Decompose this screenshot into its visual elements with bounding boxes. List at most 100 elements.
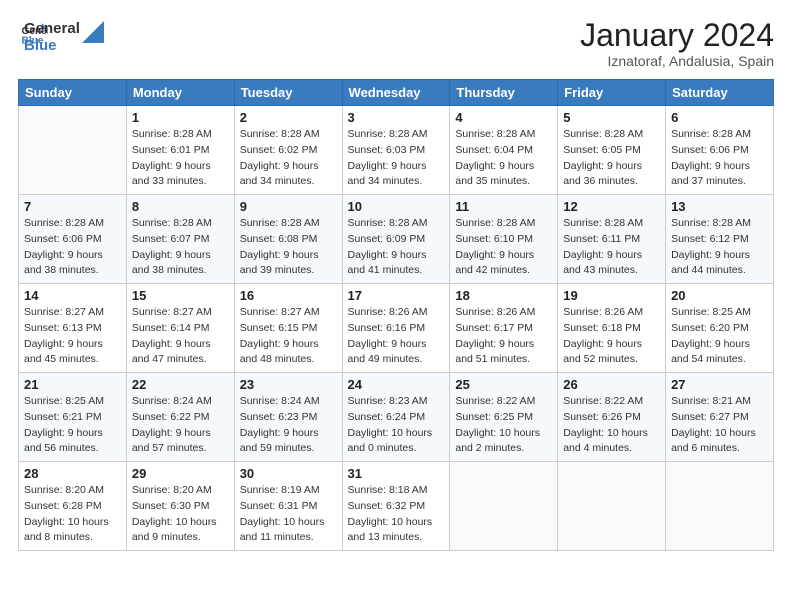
day-info: Sunrise: 8:28 AMSunset: 6:08 PMDaylight:…: [240, 216, 337, 279]
day-info: Sunrise: 8:27 AMSunset: 6:13 PMDaylight:…: [24, 305, 121, 368]
day-info: Sunrise: 8:28 AMSunset: 6:06 PMDaylight:…: [24, 216, 121, 279]
weekday-header-thursday: Thursday: [450, 80, 558, 106]
day-info: Sunrise: 8:18 AMSunset: 6:32 PMDaylight:…: [348, 483, 445, 546]
calendar-cell: 24 Sunrise: 8:23 AMSunset: 6:24 PMDayligh…: [342, 373, 450, 462]
day-number: 28: [24, 466, 121, 481]
day-info: Sunrise: 8:28 AMSunset: 6:03 PMDaylight:…: [348, 127, 445, 190]
day-number: 26: [563, 377, 660, 392]
day-number: 18: [455, 288, 552, 303]
day-info: Sunrise: 8:24 AMSunset: 6:22 PMDaylight:…: [132, 394, 229, 457]
week-row-4: 21Sunrise: 8:25 AMSunset: 6:21 PMDayligh…: [19, 373, 774, 462]
day-number: 10: [348, 199, 445, 214]
calendar-cell: 12 Sunrise: 8:28 AMSunset: 6:11 PMDayligh…: [558, 195, 666, 284]
calendar-cell: 9 Sunrise: 8:28 AMSunset: 6:08 PMDaylight…: [234, 195, 342, 284]
weekday-header-friday: Friday: [558, 80, 666, 106]
day-info: Sunrise: 8:20 AMSunset: 6:28 PMDaylight:…: [24, 483, 121, 546]
day-info: Sunrise: 8:28 AMSunset: 6:02 PMDaylight:…: [240, 127, 337, 190]
day-number: 24: [348, 377, 445, 392]
weekday-header-row: SundayMondayTuesdayWednesdayThursdayFrid…: [19, 80, 774, 106]
day-info: Sunrise: 8:28 AMSunset: 6:09 PMDaylight:…: [348, 216, 445, 279]
day-number: 1: [132, 110, 229, 125]
day-number: 21: [24, 377, 121, 392]
day-number: 29: [132, 466, 229, 481]
day-number: 25: [455, 377, 552, 392]
day-info: Sunrise: 8:25 AMSunset: 6:20 PMDaylight:…: [671, 305, 768, 368]
week-row-5: 28 Sunrise: 8:20 AMSunset: 6:28 PMDayligh…: [19, 462, 774, 551]
calendar-cell: 7Sunrise: 8:28 AMSunset: 6:06 PMDaylight…: [19, 195, 127, 284]
calendar-cell: [558, 462, 666, 551]
day-info: Sunrise: 8:26 AMSunset: 6:16 PMDaylight:…: [348, 305, 445, 368]
calendar-cell: 10 Sunrise: 8:28 AMSunset: 6:09 PMDayligh…: [342, 195, 450, 284]
calendar-cell: 17Sunrise: 8:26 AMSunset: 6:16 PMDayligh…: [342, 284, 450, 373]
day-info: Sunrise: 8:20 AMSunset: 6:30 PMDaylight:…: [132, 483, 229, 546]
calendar-cell: 14 Sunrise: 8:27 AMSunset: 6:13 PMDayligh…: [19, 284, 127, 373]
day-number: 15: [132, 288, 229, 303]
day-number: 22: [132, 377, 229, 392]
calendar-cell: 15 Sunrise: 8:27 AMSunset: 6:14 PMDayligh…: [126, 284, 234, 373]
day-info: Sunrise: 8:26 AMSunset: 6:17 PMDaylight:…: [455, 305, 552, 368]
weekday-header-sunday: Sunday: [19, 80, 127, 106]
day-number: 16: [240, 288, 337, 303]
calendar-cell: 11 Sunrise: 8:28 AMSunset: 6:10 PMDayligh…: [450, 195, 558, 284]
day-number: 27: [671, 377, 768, 392]
weekday-header-monday: Monday: [126, 80, 234, 106]
day-number: 8: [132, 199, 229, 214]
logo-general: General: [24, 20, 80, 37]
logo: General Blue General Blue: [18, 18, 104, 55]
calendar-cell: 2 Sunrise: 8:28 AMSunset: 6:02 PMDaylight…: [234, 106, 342, 195]
calendar-cell: 21Sunrise: 8:25 AMSunset: 6:21 PMDayligh…: [19, 373, 127, 462]
calendar-cell: 28 Sunrise: 8:20 AMSunset: 6:28 PMDayligh…: [19, 462, 127, 551]
day-number: 11: [455, 199, 552, 214]
calendar-cell: 31 Sunrise: 8:18 AMSunset: 6:32 PMDayligh…: [342, 462, 450, 551]
day-info: Sunrise: 8:23 AMSunset: 6:24 PMDaylight:…: [348, 394, 445, 457]
header: General Blue General Blue January 2024 I…: [18, 18, 774, 69]
calendar-cell: 6Sunrise: 8:28 AMSunset: 6:06 PMDaylight…: [666, 106, 774, 195]
day-number: 9: [240, 199, 337, 214]
title-block: January 2024 Iznatoraf, Andalusia, Spain: [580, 18, 774, 69]
day-info: Sunrise: 8:28 AMSunset: 6:11 PMDaylight:…: [563, 216, 660, 279]
day-number: 31: [348, 466, 445, 481]
calendar-cell: 1 Sunrise: 8:28 AMSunset: 6:01 PMDaylight…: [126, 106, 234, 195]
day-info: Sunrise: 8:27 AMSunset: 6:14 PMDaylight:…: [132, 305, 229, 368]
day-number: 19: [563, 288, 660, 303]
day-info: Sunrise: 8:24 AMSunset: 6:23 PMDaylight:…: [240, 394, 337, 457]
calendar-table: SundayMondayTuesdayWednesdayThursdayFrid…: [18, 79, 774, 551]
day-info: Sunrise: 8:28 AMSunset: 6:10 PMDaylight:…: [455, 216, 552, 279]
calendar-cell: 18 Sunrise: 8:26 AMSunset: 6:17 PMDayligh…: [450, 284, 558, 373]
day-number: 14: [24, 288, 121, 303]
day-info: Sunrise: 8:28 AMSunset: 6:01 PMDaylight:…: [132, 127, 229, 190]
month-title: January 2024: [580, 18, 774, 53]
day-number: 23: [240, 377, 337, 392]
day-info: Sunrise: 8:21 AMSunset: 6:27 PMDaylight:…: [671, 394, 768, 457]
calendar-cell: 5 Sunrise: 8:28 AMSunset: 6:05 PMDaylight…: [558, 106, 666, 195]
calendar-cell: [19, 106, 127, 195]
day-info: Sunrise: 8:26 AMSunset: 6:18 PMDaylight:…: [563, 305, 660, 368]
week-row-2: 7Sunrise: 8:28 AMSunset: 6:06 PMDaylight…: [19, 195, 774, 284]
calendar-cell: 29 Sunrise: 8:20 AMSunset: 6:30 PMDayligh…: [126, 462, 234, 551]
calendar-cell: 26Sunrise: 8:22 AMSunset: 6:26 PMDayligh…: [558, 373, 666, 462]
calendar-cell: [666, 462, 774, 551]
day-info: Sunrise: 8:28 AMSunset: 6:04 PMDaylight:…: [455, 127, 552, 190]
week-row-3: 14 Sunrise: 8:27 AMSunset: 6:13 PMDayligh…: [19, 284, 774, 373]
day-number: 2: [240, 110, 337, 125]
day-number: 6: [671, 110, 768, 125]
calendar-cell: 27 Sunrise: 8:21 AMSunset: 6:27 PMDayligh…: [666, 373, 774, 462]
day-number: 3: [348, 110, 445, 125]
day-number: 4: [455, 110, 552, 125]
calendar-cell: 25 Sunrise: 8:22 AMSunset: 6:25 PMDayligh…: [450, 373, 558, 462]
day-info: Sunrise: 8:28 AMSunset: 6:05 PMDaylight:…: [563, 127, 660, 190]
calendar-cell: 4 Sunrise: 8:28 AMSunset: 6:04 PMDaylight…: [450, 106, 558, 195]
day-number: 12: [563, 199, 660, 214]
weekday-header-wednesday: Wednesday: [342, 80, 450, 106]
logo-blue: Blue: [24, 37, 80, 54]
day-number: 5: [563, 110, 660, 125]
calendar-cell: 20Sunrise: 8:25 AMSunset: 6:20 PMDayligh…: [666, 284, 774, 373]
day-info: Sunrise: 8:22 AMSunset: 6:25 PMDaylight:…: [455, 394, 552, 457]
calendar-cell: 30Sunrise: 8:19 AMSunset: 6:31 PMDayligh…: [234, 462, 342, 551]
calendar-cell: 3 Sunrise: 8:28 AMSunset: 6:03 PMDaylight…: [342, 106, 450, 195]
day-info: Sunrise: 8:28 AMSunset: 6:07 PMDaylight:…: [132, 216, 229, 279]
calendar-cell: 8 Sunrise: 8:28 AMSunset: 6:07 PMDaylight…: [126, 195, 234, 284]
day-info: Sunrise: 8:27 AMSunset: 6:15 PMDaylight:…: [240, 305, 337, 368]
calendar-cell: 13Sunrise: 8:28 AMSunset: 6:12 PMDayligh…: [666, 195, 774, 284]
calendar-cell: 16 Sunrise: 8:27 AMSunset: 6:15 PMDayligh…: [234, 284, 342, 373]
